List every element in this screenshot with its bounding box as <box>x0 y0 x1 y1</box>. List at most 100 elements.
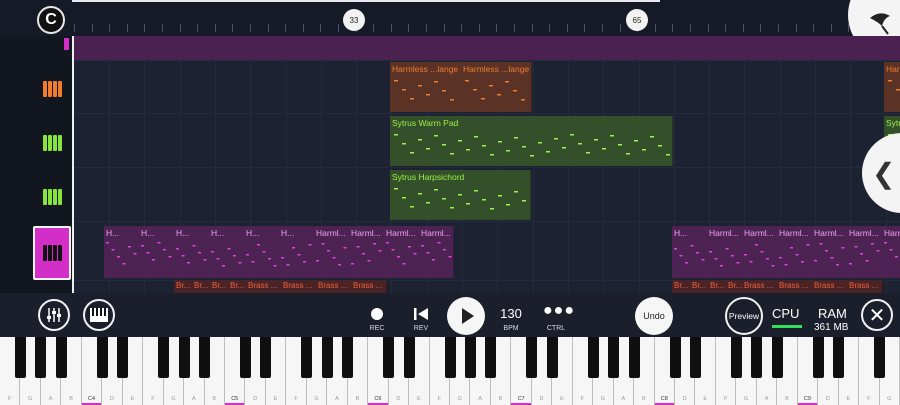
piano-black-key[interactable] <box>96 337 108 378</box>
piano-black-key[interactable] <box>444 337 456 378</box>
track-lane-brass-top[interactable] <box>74 36 900 61</box>
piano-black-key[interactable] <box>874 337 886 378</box>
clip[interactable]: Harml... <box>419 226 454 278</box>
clip[interactable]: Br... <box>192 280 211 293</box>
transport-bar: REC REV 130 BPM ●●● CTRL Undo Preview CP… <box>0 293 900 337</box>
more-options-icon[interactable]: ●●● <box>543 303 575 319</box>
piano-black-key[interactable] <box>301 337 313 378</box>
piano-black-key[interactable] <box>833 337 845 378</box>
piano-black-key[interactable] <box>771 337 783 378</box>
clip[interactable]: Br... <box>174 280 193 293</box>
piano-black-key[interactable] <box>260 337 272 378</box>
piano-black-key[interactable] <box>608 337 620 378</box>
piano-black-key[interactable] <box>14 337 26 378</box>
ruler-tick <box>830 24 832 32</box>
clip[interactable]: Brass ... <box>351 280 387 293</box>
bar-marker-33[interactable]: 33 <box>343 9 365 31</box>
piano-black-key[interactable] <box>321 337 333 378</box>
mixer-button[interactable] <box>38 299 70 331</box>
clip[interactable]: H... <box>279 226 315 278</box>
clip[interactable]: Br... <box>672 280 691 293</box>
undo-button[interactable]: Undo <box>635 297 673 335</box>
clip[interactable]: H... <box>104 226 140 278</box>
clip[interactable]: H... <box>174 226 210 278</box>
piano-keyboard[interactable]: F G A B C4 D E F G A B C5 D E F G A B C6 D E F G A B C7 D E F G A B C8 D E… <box>0 337 900 405</box>
track-button-harmless-lead[interactable] <box>33 226 71 280</box>
piano-black-key[interactable] <box>403 337 415 378</box>
clip[interactable]: Brass ... <box>847 280 883 293</box>
clip[interactable]: Harml... <box>882 226 900 278</box>
piano-black-key[interactable] <box>35 337 47 378</box>
record-button[interactable] <box>371 308 383 320</box>
clip-label: Harmless ...lange <box>463 64 530 74</box>
preview-button[interactable]: Preview <box>725 297 763 335</box>
piano-black-key[interactable] <box>342 337 354 378</box>
bpm-value[interactable]: 130 <box>496 306 526 321</box>
piano-black-key[interactable] <box>526 337 538 378</box>
clip[interactable]: Br... <box>228 280 247 293</box>
clip[interactable]: Harml... <box>707 226 743 278</box>
piano-black-key[interactable] <box>485 337 497 378</box>
track-button-sytrus-harpsichord[interactable] <box>33 172 71 222</box>
clip[interactable]: Brass ... <box>246 280 282 293</box>
app-logo-icon[interactable]: C <box>37 6 65 34</box>
piano-black-key[interactable] <box>669 337 681 378</box>
close-button[interactable]: ✕ <box>861 299 893 331</box>
clip[interactable]: Br... <box>690 280 709 293</box>
clip[interactable]: Sytrus Warm Pad <box>390 116 673 166</box>
clip[interactable]: H... <box>672 226 708 278</box>
piano-roll-button[interactable] <box>83 299 115 331</box>
clip[interactable]: Harml... <box>314 226 350 278</box>
clip[interactable]: Harml... <box>384 226 420 278</box>
piano-black-key[interactable] <box>689 337 701 378</box>
clip[interactable]: Harmless ...lange <box>884 62 900 112</box>
piano-black-key[interactable] <box>730 337 742 378</box>
piano-black-key[interactable] <box>812 337 824 378</box>
clip[interactable]: Brass ... <box>316 280 352 293</box>
piano-black-key[interactable] <box>199 337 211 378</box>
clip[interactable]: Brass ... <box>742 280 778 293</box>
piano-black-key[interactable] <box>239 337 251 378</box>
clip[interactable]: Harml... <box>349 226 385 278</box>
piano-black-key[interactable] <box>546 337 558 378</box>
clip[interactable]: Sytrus Harpsichord <box>390 170 531 220</box>
play-button[interactable] <box>447 297 485 335</box>
track-lane-harmless-lead[interactable]: H... H... H... H... H... H... Harml... Harml...… <box>74 224 900 281</box>
piano-black-key[interactable] <box>464 337 476 378</box>
clip[interactable]: H... <box>244 226 280 278</box>
timeline-ruler[interactable]: 33 65 <box>0 0 900 36</box>
clip[interactable]: Brass ... <box>281 280 317 293</box>
clip[interactable]: H... <box>209 226 245 278</box>
track-lane-brass-bottom[interactable]: Br... Br... Br... Br... Brass ... Brass ... Br… <box>74 280 900 293</box>
piano-black-key[interactable] <box>158 337 170 378</box>
track-button-sytrus-warm-pad[interactable] <box>33 118 71 168</box>
clip[interactable]: Brass ... <box>777 280 813 293</box>
track-lane-sytrus-warm-pad[interactable]: Sytrus Warm Pad Sytrus Warm Pad <box>74 114 900 168</box>
playhead-line[interactable] <box>72 36 74 293</box>
clip[interactable]: Harml... <box>847 226 883 278</box>
clip[interactable]: Brass ... <box>812 280 848 293</box>
key-note-label: A <box>48 396 53 402</box>
track-lane-harmless[interactable]: Harmless ...lange Harmless ...lange Harm… <box>74 60 900 114</box>
clip[interactable]: Br... <box>708 280 727 293</box>
clip[interactable]: Harmless ...lange <box>461 62 532 112</box>
piano-black-key[interactable] <box>587 337 599 378</box>
arrangement-view[interactable]: Harmless ...lange Harmless ...lange Harm… <box>74 36 900 293</box>
piano-black-key[interactable] <box>55 337 67 378</box>
piano-black-key[interactable] <box>751 337 763 378</box>
clip-label: Harmless ...lange <box>392 64 459 74</box>
rewind-icon[interactable] <box>413 307 429 321</box>
track-lane-sytrus-harpsichord[interactable]: Sytrus Harpsichord <box>74 168 900 222</box>
clip[interactable]: Harml... <box>777 226 813 278</box>
clip[interactable]: H... <box>139 226 175 278</box>
clip[interactable]: Harml... <box>812 226 848 278</box>
bar-marker-65[interactable]: 65 <box>626 9 648 31</box>
piano-black-key[interactable] <box>178 337 190 378</box>
piano-black-key[interactable] <box>628 337 640 378</box>
clip[interactable]: Harml... <box>742 226 778 278</box>
piano-black-key[interactable] <box>383 337 395 378</box>
clip[interactable]: Br... <box>210 280 229 293</box>
piano-black-key[interactable] <box>117 337 129 378</box>
track-button-harmless[interactable] <box>33 64 71 114</box>
clip[interactable]: Harmless ...lange <box>390 62 462 112</box>
